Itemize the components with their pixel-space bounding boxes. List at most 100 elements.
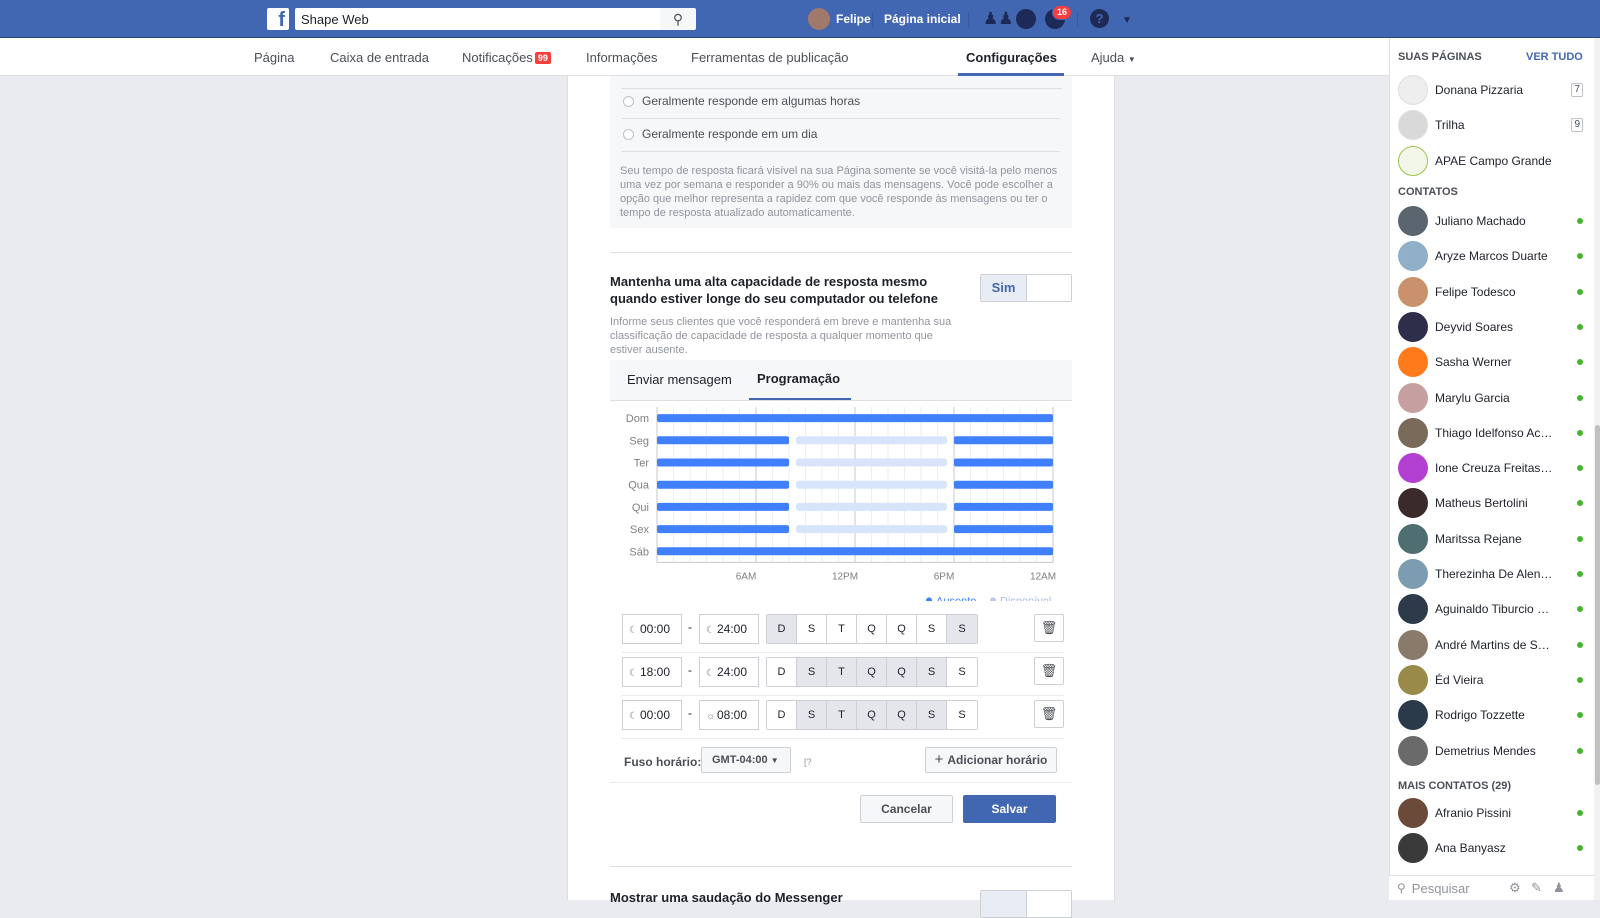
contact-item[interactable]: Aguinaldo Tiburcio S… [1398, 592, 1583, 626]
facebook-logo-icon[interactable]: f [267, 8, 289, 31]
contact-item[interactable]: Juliano Machado [1398, 204, 1583, 238]
contact-item[interactable]: Demetrius Mendes [1398, 734, 1583, 768]
day-toggle-thursday[interactable]: Q [887, 658, 917, 686]
day-toggle-friday[interactable]: S [917, 658, 947, 686]
avatar [808, 8, 830, 30]
home-link[interactable]: Página inicial [884, 12, 961, 26]
contact-item[interactable]: André Martins de San… [1398, 628, 1583, 662]
radio-one-day[interactable]: Geralmente responde em um dia [623, 127, 817, 141]
search-button[interactable]: ⚲ [660, 8, 696, 30]
contact-item[interactable]: Ione Creuza Freitas … [1398, 451, 1583, 485]
page-item[interactable]: APAE Campo Grande [1398, 144, 1583, 178]
contact-item[interactable]: Therezinha De Alenc… [1398, 557, 1583, 591]
radio-some-hours[interactable]: Geralmente responde em algumas horas [623, 94, 860, 108]
toggle-on-label: Sim [981, 275, 1027, 301]
add-schedule-button[interactable]: + Adicionar horário [925, 747, 1057, 773]
away-toggle[interactable]: Sim [980, 274, 1072, 302]
new-group-icon[interactable]: ♟ [1553, 880, 1565, 896]
contact-item[interactable]: Sasha Werner [1398, 345, 1583, 379]
contact-item[interactable]: Deyvid Soares [1398, 310, 1583, 344]
page-item[interactable]: Donana Pizzaria 7 [1398, 73, 1583, 107]
messenger-icon[interactable] [1016, 9, 1036, 29]
search-input[interactable] [295, 8, 661, 30]
tab-help[interactable]: Ajuda ▼ [1091, 50, 1136, 65]
contact-item[interactable]: Aryze Marcos Duarte [1398, 239, 1583, 273]
day-toggle-thursday[interactable]: Q [887, 701, 917, 729]
compose-icon[interactable]: ✎ [1531, 880, 1542, 896]
day-toggle-thursday[interactable]: Q [887, 615, 917, 643]
contact-item[interactable]: Maritssa Rejane [1398, 522, 1583, 556]
plus-icon: + [934, 751, 944, 768]
tab-send-message[interactable]: Enviar mensagem [627, 372, 732, 387]
tab-settings[interactable]: Configurações [966, 50, 1057, 65]
day-toggle-saturday[interactable]: S [947, 615, 977, 643]
day-toggle-wednesday[interactable]: Q [857, 701, 887, 729]
account-menu-icon[interactable]: ▼ [1122, 11, 1132, 31]
end-time-field[interactable]: ☼ 08:00 [699, 700, 759, 730]
day-label: Sáb [629, 546, 649, 558]
start-time-field[interactable]: ☾ 00:00 [622, 700, 682, 730]
day-toggle-wednesday[interactable]: Q [857, 615, 887, 643]
avatar [1398, 382, 1428, 413]
tab-inbox[interactable]: Caixa de entrada [330, 50, 429, 65]
end-time-field[interactable]: ☾ 24:00 [699, 614, 759, 644]
contact-item[interactable]: Éd Vieira [1398, 663, 1583, 697]
cancel-button[interactable]: Cancelar [860, 795, 953, 823]
day-toggle-wednesday[interactable]: Q [857, 658, 887, 686]
gear-icon[interactable]: ⚙ [1509, 880, 1521, 896]
day-toggle-tuesday[interactable]: T [827, 658, 857, 686]
start-time-field[interactable]: ☾ 18:00 [622, 657, 682, 687]
contact-name: Sasha Werner [1435, 355, 1512, 370]
page-item[interactable]: Trilha 9 [1398, 108, 1583, 142]
tab-insights[interactable]: Informações [586, 50, 658, 65]
timezone-select[interactable]: GMT-04:00 ▼ [701, 747, 791, 773]
contact-name: Thiago Idelfonso Aco… [1435, 425, 1553, 440]
day-toggle-monday[interactable]: S [797, 658, 827, 686]
greeting-toggle[interactable] [980, 890, 1072, 918]
contact-item[interactable]: Matheus Bertolini [1398, 486, 1583, 520]
day-toggle-tuesday[interactable]: T [827, 701, 857, 729]
scrollbar-thumb[interactable] [1595, 425, 1600, 785]
end-time-field[interactable]: ☾ 24:00 [699, 657, 759, 687]
contact-item[interactable]: Marylu Garcia [1398, 381, 1583, 415]
schedule-row: ☾ 00:00 - ☼ 08:00 D S T Q Q S S 🗑 [622, 700, 1064, 736]
contact-item[interactable]: Ana Banyasz [1398, 831, 1583, 865]
avatar [1398, 110, 1428, 140]
page-name: Trilha [1435, 118, 1465, 132]
tab-page[interactable]: Página [254, 50, 294, 65]
day-toggle-friday[interactable]: S [917, 615, 947, 643]
page-name: APAE Campo Grande [1435, 154, 1552, 168]
friend-requests-icon[interactable]: ♟♟ [983, 9, 1013, 29]
moon-icon: ☾ [629, 711, 638, 722]
day-toggle-tuesday[interactable]: T [827, 615, 857, 643]
help-icon[interactable]: ? [1090, 9, 1109, 28]
avatar [1398, 594, 1428, 625]
contact-item[interactable]: Thiago Idelfonso Aco… [1398, 416, 1583, 450]
day-toggle-saturday[interactable]: S [947, 658, 977, 686]
chat-search[interactable]: ⚲ Pesquisar ⚙ ✎ ♟ [1389, 875, 1594, 900]
tab-publishing-tools[interactable]: Ferramentas de publicação [691, 50, 849, 65]
contact-item[interactable]: Felipe Todesco [1398, 275, 1583, 309]
day-toggle-friday[interactable]: S [917, 701, 947, 729]
tab-schedule[interactable]: Programação [757, 371, 840, 386]
top-navigation-bar: f ⚲ Felipe Página inicial ♟♟ 16 ? ▼ [0, 0, 1600, 38]
save-button[interactable]: Salvar [963, 795, 1056, 823]
tab-notifications[interactable]: Notificações 99 [462, 50, 551, 65]
day-toggle-saturday[interactable]: S [947, 701, 977, 729]
day-toggle-monday[interactable]: S [797, 701, 827, 729]
delete-schedule-button[interactable]: 🗑 [1034, 657, 1064, 685]
contact-item[interactable]: Rodrigo Tozzette [1398, 698, 1583, 732]
day-toggle-sunday[interactable]: D [767, 615, 797, 643]
online-status-icon [1577, 845, 1583, 851]
delete-schedule-button[interactable]: 🗑 [1034, 614, 1064, 642]
divider [872, 12, 873, 27]
day-toggle-monday[interactable]: S [797, 615, 827, 643]
day-toggle-sunday[interactable]: D [767, 701, 797, 729]
contact-item[interactable]: Afranio Pissini [1398, 796, 1583, 830]
day-toggle-sunday[interactable]: D [767, 658, 797, 686]
see-all-link[interactable]: VER TUDO [1526, 51, 1583, 63]
delete-schedule-button[interactable]: 🗑 [1034, 700, 1064, 728]
profile-link[interactable]: Felipe [808, 8, 871, 30]
timezone-help-icon[interactable]: [? [804, 757, 812, 767]
start-time-field[interactable]: ☾ 00:00 [622, 614, 682, 644]
